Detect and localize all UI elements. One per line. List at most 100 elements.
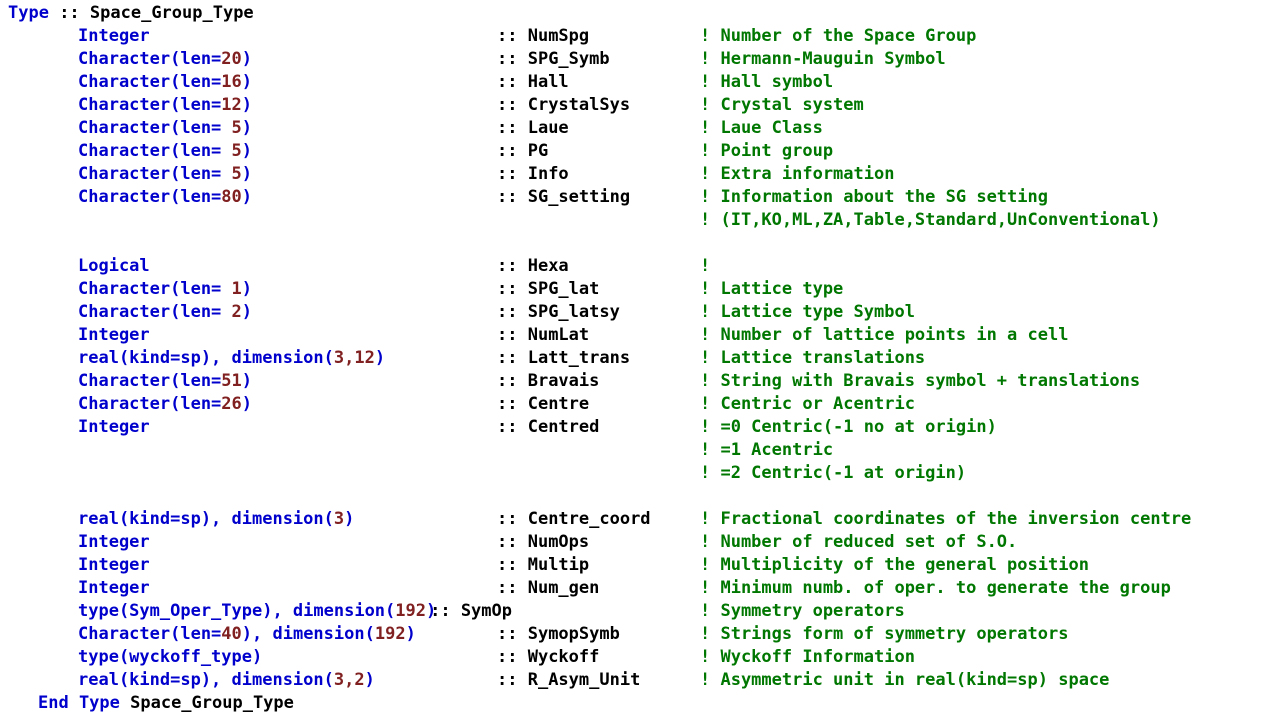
field-comment: ! Symmetry operators bbox=[700, 601, 905, 621]
field-name-group: :: Centre bbox=[497, 393, 589, 416]
type-token-0: real(kind=sp), dimension( bbox=[78, 348, 334, 368]
type-token-2: ) bbox=[241, 72, 253, 92]
field-identifier: R_Asym_Unit bbox=[527, 670, 641, 690]
field-name-group: :: Multip bbox=[497, 554, 589, 577]
code-listing: Type :: Space_Group_Type Integer:: NumSpg… bbox=[0, 0, 1284, 713]
field-type-declaration: Integer bbox=[78, 416, 150, 439]
field-comment: ! Extra information bbox=[700, 164, 895, 184]
field-comment: ! Number of the Space Group bbox=[700, 26, 977, 46]
header-token-2: Space_Group_Type bbox=[89, 3, 254, 23]
field-name-group: :: SPG_latsy bbox=[497, 301, 620, 324]
type-token-1: 1 bbox=[231, 279, 242, 299]
struct-field-line: Character(len= 5):: Laue ! Laue Class bbox=[0, 117, 1284, 140]
double-colon-separator: :: bbox=[497, 164, 528, 184]
header-token-0: Type bbox=[8, 3, 49, 23]
struct-field-line: Integer:: NumLat ! Number of lattice poin… bbox=[0, 324, 1284, 347]
field-comment: ! Hall symbol bbox=[700, 72, 834, 92]
field-name-group: :: Hall bbox=[497, 71, 569, 94]
field-comment: ! =0 Centric(-1 no at origin) bbox=[700, 417, 997, 437]
double-colon-separator: :: bbox=[497, 394, 528, 414]
type-token-2: , bbox=[344, 670, 355, 690]
type-token-2: ) bbox=[241, 164, 253, 184]
field-comment: ! Number of lattice points in a cell bbox=[700, 325, 1069, 345]
field-type-declaration: Character(len= 1) bbox=[78, 278, 252, 301]
double-colon-separator: :: bbox=[497, 555, 528, 575]
field-type-declaration: Integer bbox=[78, 25, 150, 48]
struct-field-line: Character(len=16):: Hall ! Hall symbol bbox=[0, 71, 1284, 94]
type-token-0: type(Sym_Oper_Type), dimension( bbox=[78, 601, 396, 621]
footer-token-1: Space_Group_Type bbox=[119, 693, 294, 713]
field-type-declaration: Character(len=40), dimension(192) bbox=[78, 623, 416, 646]
field-name-group: :: PG bbox=[497, 140, 548, 163]
field-name-group: :: SymopSymb bbox=[497, 623, 620, 646]
field-type-declaration: Character(len=26) bbox=[78, 393, 252, 416]
type-token-0: Character(len= bbox=[78, 371, 222, 391]
code-line-comment: ! (IT,KO,ML,ZA,Table,Standard,UnConventi… bbox=[0, 209, 1284, 232]
type-token-0: Integer bbox=[78, 325, 150, 345]
field-name-group: :: NumOps bbox=[497, 531, 589, 554]
type-token-1: 3 bbox=[333, 509, 345, 529]
type-token-4: ) bbox=[364, 670, 375, 690]
type-token-2: , bbox=[344, 348, 355, 368]
field-name-group: :: Laue bbox=[497, 117, 569, 140]
type-token-4: ) bbox=[374, 348, 386, 368]
field-type-declaration: Integer bbox=[78, 531, 150, 554]
struct-field-line: Character(len=26):: Centre ! Centric or A… bbox=[0, 393, 1284, 416]
field-identifier: SPG_latsy bbox=[527, 302, 620, 322]
field-name-group: :: Wyckoff bbox=[497, 646, 599, 669]
double-colon-separator: :: bbox=[497, 302, 528, 322]
header-token-1: :: bbox=[48, 3, 90, 23]
type-token-2: ) bbox=[241, 371, 253, 391]
field-comment: ! Lattice translations bbox=[700, 348, 926, 368]
field-name-group: :: SG_setting bbox=[497, 186, 630, 209]
type-token-4: ) bbox=[405, 624, 416, 644]
field-name-group: :: Num_gen bbox=[497, 577, 599, 600]
type-header-text: Type :: Space_Group_Type bbox=[8, 2, 254, 25]
field-identifier: SPG_lat bbox=[527, 279, 600, 299]
type-token-0: Character(len= bbox=[78, 279, 232, 299]
field-name-group: :: SymOp bbox=[430, 600, 512, 623]
field-name-group: :: R_Asym_Unit bbox=[497, 669, 640, 692]
struct-field-line: real(kind=sp), dimension(3,12):: Latt_tr… bbox=[0, 347, 1284, 370]
double-colon-separator: :: bbox=[497, 49, 528, 69]
type-token-0: Character(len= bbox=[78, 72, 222, 92]
double-colon-separator: :: bbox=[497, 256, 528, 276]
field-type-declaration: Character(len= 5) bbox=[78, 117, 252, 140]
type-token-0: Character(len= bbox=[78, 141, 232, 161]
type-token-1: 3 bbox=[333, 670, 345, 690]
code-line-comment: ! =2 Centric(-1 at origin) bbox=[0, 462, 1284, 485]
field-type-declaration: real(kind=sp), dimension(3,2) bbox=[78, 669, 375, 692]
field-identifier: Info bbox=[527, 164, 569, 184]
type-token-0: type(wyckoff_type) bbox=[78, 647, 263, 667]
double-colon-separator: :: bbox=[497, 509, 528, 529]
type-token-2: ) bbox=[241, 279, 253, 299]
type-token-1: 5 bbox=[231, 141, 242, 161]
field-identifier: Latt_trans bbox=[527, 348, 631, 368]
field-comment: ! Hermann-Mauguin Symbol bbox=[700, 49, 946, 69]
field-name-group: :: Info bbox=[497, 163, 569, 186]
field-type-declaration: Character(len=20) bbox=[78, 48, 252, 71]
field-comment: ! Number of reduced set of S.O. bbox=[700, 532, 1018, 552]
type-token-2: ) bbox=[241, 49, 253, 69]
field-identifier: SymopSymb bbox=[527, 624, 620, 644]
field-comment: ! Wyckoff Information bbox=[700, 647, 915, 667]
struct-field-line: Character(len=12):: CrystalSys ! Crystal … bbox=[0, 94, 1284, 117]
type-declaration-header: Type :: Space_Group_Type bbox=[0, 2, 1284, 25]
field-name-group: :: Latt_trans bbox=[497, 347, 630, 370]
footer-token-0: End Type bbox=[38, 693, 120, 713]
type-token-0: Integer bbox=[78, 26, 150, 46]
field-identifier: Centred bbox=[527, 417, 600, 437]
double-colon-separator: :: bbox=[497, 578, 528, 598]
field-name-group: :: Hexa bbox=[497, 255, 569, 278]
double-colon-separator: :: bbox=[497, 141, 528, 161]
field-type-declaration: Character(len=12) bbox=[78, 94, 252, 117]
double-colon-separator: :: bbox=[497, 371, 528, 391]
type-token-1: 80 bbox=[221, 187, 242, 207]
type-token-0: real(kind=sp), dimension( bbox=[78, 670, 334, 690]
double-colon-separator: :: bbox=[497, 647, 528, 667]
struct-field-line: Character(len=51):: Bravais ! String with… bbox=[0, 370, 1284, 393]
type-token-0: Character(len= bbox=[78, 118, 232, 138]
type-token-0: Character(len= bbox=[78, 49, 222, 69]
field-identifier: Hexa bbox=[527, 256, 569, 276]
field-name-group: :: SPG_lat bbox=[497, 278, 599, 301]
